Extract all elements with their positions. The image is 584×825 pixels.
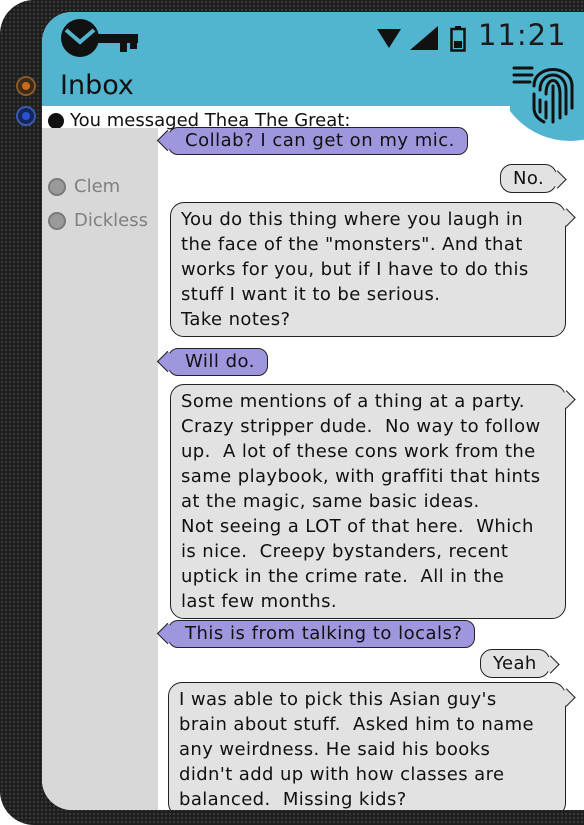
message-incoming: You do this thing where you laugh in the… [170,202,566,337]
message-text: last few months. [181,591,337,612]
screen: 11:21 Inbox You messaged Thea The Great:… [42,12,584,810]
message-text: Some mentions of a thing at a party. [181,391,525,412]
message-text: is nice. Creepy bystanders, recent [181,541,509,562]
contact-status-icon [48,211,66,230]
status-bar: 11:21 [42,12,584,64]
message-outgoing: Collab? I can get on my mic. [168,127,468,155]
contact-status-icon [48,112,64,129]
battery-icon [450,26,466,52]
message-text: any weirdness. He said his books [179,739,491,760]
message-text: Collab? I can get on my mic. [185,130,455,151]
message-text: Take notes? [181,309,291,330]
contact-item-dickless[interactable]: Dickless [48,210,158,231]
wifi-icon [377,29,401,48]
phone-side-decoration [16,76,36,126]
message-text: brain about stuff. Asked him to name [179,714,535,735]
message-text: didn't add up with how classes are [179,764,505,785]
contact-name: Dickless [74,210,149,231]
message-text: This is from talking to locals? [185,623,463,644]
message-text: Will do. [185,351,255,372]
message-text: up. A lot of these cons work from the [181,441,536,462]
message-incoming: No. [500,164,558,193]
message-incoming: Some mentions of a thing at a party. Cra… [170,384,566,619]
page-title: Inbox [60,70,134,101]
contact-status-icon [48,177,66,196]
message-outgoing: This is from talking to locals? [168,620,476,648]
fingerprint-button[interactable] [495,12,584,146]
mail-key-logo-icon [61,19,138,57]
status-clock: 11:21 [478,18,567,52]
phone-frame: 11:21 Inbox You messaged Thea The Great:… [0,0,584,825]
message-text: works for you, but if I have to do this [181,259,529,280]
message-text: Crazy stripper dude. No way to follow [181,416,541,437]
contact-name: Clem [74,176,121,197]
message-text: No. [513,168,545,189]
message-text: Not seeing a LOT of that here. Which [181,516,534,537]
signal-icon [410,26,438,50]
fingerprint-icon [495,12,584,141]
inbox-header: Inbox [42,64,584,106]
message-text: I was able to pick this Asian guy's [179,689,497,710]
message-incoming: Yeah [480,649,550,678]
contact-sidebar: Clem Dickless [42,128,158,810]
message-incoming: I was able to pick this Asian guy's brai… [168,682,566,810]
contact-item-clem[interactable]: Clem [48,176,120,197]
message-text: at the magic, same basic ideas. [181,491,480,512]
message-text: uptick in the crime rate. All in the [181,566,505,587]
message-text: the face of the "monsters". And that [181,234,523,255]
message-text: same playbook, with graffiti that hints [181,466,541,487]
message-text: You do this thing where you laugh in [181,209,524,230]
message-outgoing: Will do. [168,348,268,376]
message-text: stuff I want it to be serious. [181,284,441,305]
message-text: balanced. Missing kids? [179,789,407,810]
message-text: Yeah [493,653,537,674]
